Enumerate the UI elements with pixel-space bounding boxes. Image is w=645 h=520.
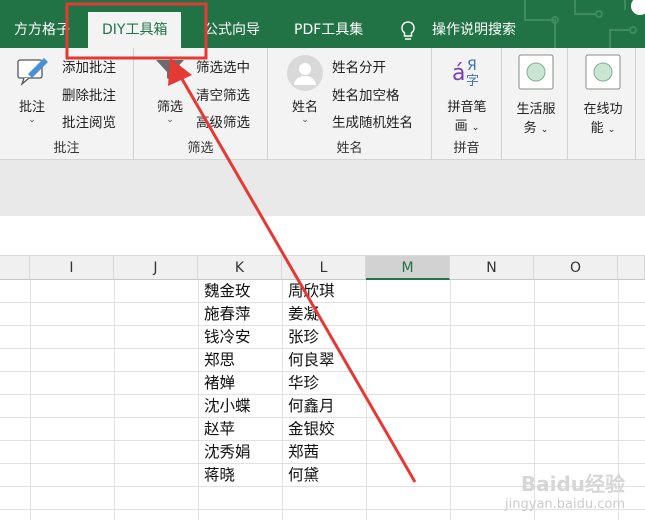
highlight-box <box>65 2 208 60</box>
annotation-arrow <box>176 71 417 483</box>
annotation-overlay <box>65 2 417 483</box>
arrow-head-icon <box>168 58 192 86</box>
